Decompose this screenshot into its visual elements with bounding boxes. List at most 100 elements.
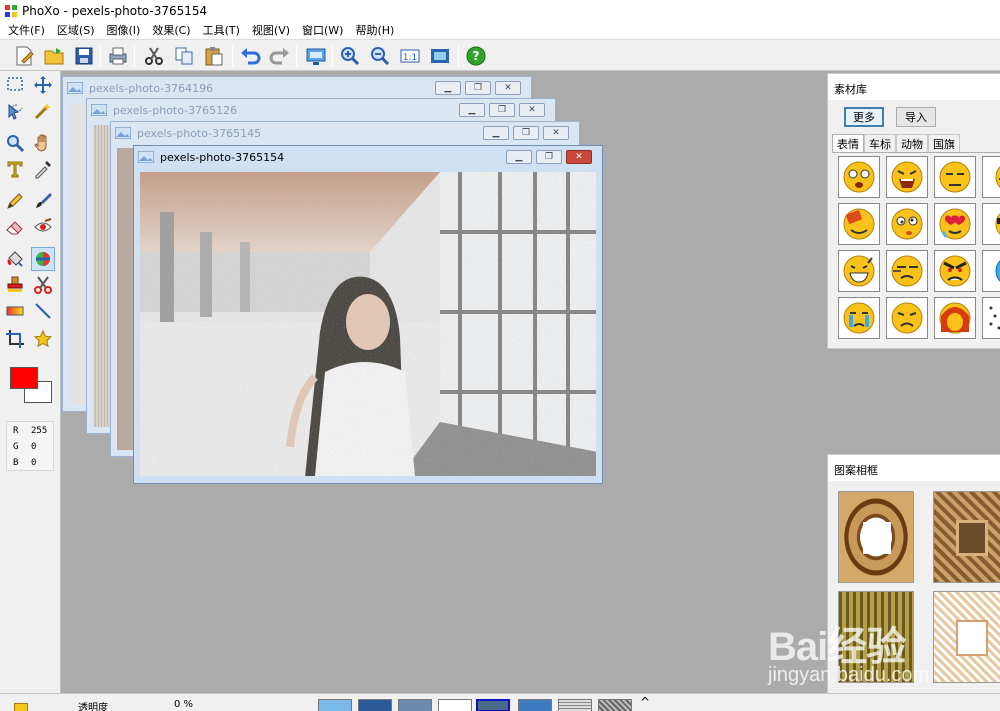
toolbar-separator: [296, 45, 297, 67]
phoxo-logo-icon: [5, 4, 17, 17]
stamp-icon[interactable]: [3, 273, 27, 297]
emoticon-dizzy-icon[interactable]: [886, 203, 928, 245]
zoom-out-icon[interactable]: [368, 44, 392, 68]
gradient-icon[interactable]: [3, 299, 27, 323]
screen-capture-icon[interactable]: [304, 44, 328, 68]
menu-window[interactable]: 窗口(W): [296, 22, 349, 38]
import-button[interactable]: 导入: [896, 107, 936, 127]
emoticon-unamused-icon[interactable]: [934, 156, 976, 198]
toolbar-separator: [458, 45, 459, 67]
close-button[interactable]: ✕: [566, 150, 592, 164]
emoticon-surprised-icon[interactable]: [838, 156, 880, 198]
close-button[interactable]: ✕: [543, 126, 569, 140]
star-shape-icon[interactable]: [31, 327, 55, 351]
frame-thumb-wood[interactable]: [838, 491, 914, 583]
fit-window-icon[interactable]: [428, 44, 452, 68]
eraser-icon[interactable]: [3, 215, 27, 239]
restore-button[interactable]: ❐: [513, 126, 539, 140]
emoticon-crying-icon[interactable]: [838, 297, 880, 339]
zoom-icon[interactable]: [3, 131, 27, 155]
emoticon-shout-icon[interactable]: [886, 156, 928, 198]
close-button[interactable]: ✕: [519, 103, 545, 117]
minimize-button[interactable]: ▁: [435, 81, 461, 95]
texture-thumb[interactable]: [518, 699, 552, 711]
texture-thumb-selected[interactable]: [476, 699, 510, 711]
tab-flags[interactable]: 国旗: [928, 134, 960, 152]
minimize-button[interactable]: ▁: [483, 126, 509, 140]
emoticon-book-icon[interactable]: [838, 203, 880, 245]
help-icon[interactable]: ?: [464, 44, 488, 68]
texture-thumb[interactable]: [438, 699, 472, 711]
magic-wand-icon[interactable]: [31, 99, 55, 123]
save-icon[interactable]: [72, 44, 96, 68]
move-icon[interactable]: [31, 73, 55, 97]
texture-thumb[interactable]: [558, 699, 592, 711]
texture-thumb[interactable]: [358, 699, 392, 711]
texture-thumb[interactable]: [398, 699, 432, 711]
scroll-up-button[interactable]: ^: [640, 695, 650, 709]
opacity-value: 0 %: [174, 699, 194, 710]
more-button[interactable]: 更多: [844, 107, 884, 127]
crop-icon[interactable]: [3, 327, 27, 351]
open-icon[interactable]: [42, 44, 66, 68]
emoticon-partial-icon[interactable]: [982, 156, 1000, 198]
redo-icon[interactable]: [268, 44, 292, 68]
copy-icon[interactable]: [172, 44, 196, 68]
zoom-in-icon[interactable]: [338, 44, 362, 68]
frame-thumb-lace[interactable]: [933, 591, 1000, 683]
image-canvas[interactable]: [140, 172, 596, 477]
cut-icon[interactable]: [142, 44, 166, 68]
tab-expressions[interactable]: 表情: [832, 134, 864, 152]
menu-file[interactable]: 文件(F): [2, 22, 51, 38]
minimize-button[interactable]: ▁: [506, 150, 532, 164]
image-file-icon: [67, 82, 83, 94]
paste-icon[interactable]: [202, 44, 226, 68]
text-icon[interactable]: [3, 157, 27, 181]
tab-animals[interactable]: 动物: [896, 134, 928, 152]
emoticon-dotted-icon[interactable]: [982, 297, 1000, 339]
foreground-color-swatch[interactable]: [10, 367, 38, 389]
menu-image[interactable]: 图像(I): [101, 22, 147, 38]
minimize-button[interactable]: ▁: [459, 103, 485, 117]
restore-button[interactable]: ❐: [536, 150, 562, 164]
rect-select-icon[interactable]: [3, 73, 27, 97]
texture-thumb[interactable]: [598, 699, 632, 711]
emoticon-blue-icon[interactable]: [982, 250, 1000, 292]
tab-car-logos[interactable]: 车标: [864, 134, 896, 152]
pencil-icon[interactable]: [3, 189, 27, 213]
undo-icon[interactable]: [238, 44, 262, 68]
brush-icon[interactable]: [31, 189, 55, 213]
emoticon-grin-icon[interactable]: [838, 250, 880, 292]
menu-view[interactable]: 视图(V): [246, 22, 296, 38]
emoticon-love-icon[interactable]: [934, 203, 976, 245]
menu-tools[interactable]: 工具(T): [197, 22, 246, 38]
restore-button[interactable]: ❐: [465, 81, 491, 95]
image-window-3765154[interactable]: pexels-photo-3765154 ▁ ❐ ✕: [133, 145, 603, 484]
emoticon-annoyed-icon[interactable]: [886, 250, 928, 292]
scissors-icon[interactable]: [31, 273, 55, 297]
eyedropper-icon[interactable]: [31, 157, 55, 181]
hand-icon[interactable]: [31, 131, 55, 155]
actual-size-icon[interactable]: 1:1: [398, 44, 422, 68]
texture-thumb[interactable]: [318, 699, 352, 711]
toolbar-separator: [134, 45, 135, 67]
menu-help[interactable]: 帮助(H): [349, 22, 400, 38]
emoticon-frown-icon[interactable]: [886, 297, 928, 339]
color-replace-icon[interactable]: [31, 247, 55, 271]
new-icon[interactable]: [12, 44, 36, 68]
emoticon-angry-icon[interactable]: [934, 250, 976, 292]
emoticon-red-hair-icon[interactable]: [934, 297, 976, 339]
lasso-icon[interactable]: [3, 99, 27, 123]
menu-effect[interactable]: 效果(C): [146, 22, 196, 38]
close-button[interactable]: ✕: [495, 81, 521, 95]
frame-thumb-ornate[interactable]: [933, 491, 1000, 583]
line-icon[interactable]: [31, 299, 55, 323]
redeye-icon[interactable]: [31, 215, 55, 239]
rgb-row-b: B0: [13, 458, 36, 468]
menu-region[interactable]: 区域(S): [51, 22, 101, 38]
print-icon[interactable]: [106, 44, 130, 68]
fill-icon[interactable]: [3, 247, 27, 271]
frame-thumb-gold[interactable]: [838, 591, 914, 683]
restore-button[interactable]: ❐: [489, 103, 515, 117]
emoticon-cool-icon[interactable]: [982, 203, 1000, 245]
